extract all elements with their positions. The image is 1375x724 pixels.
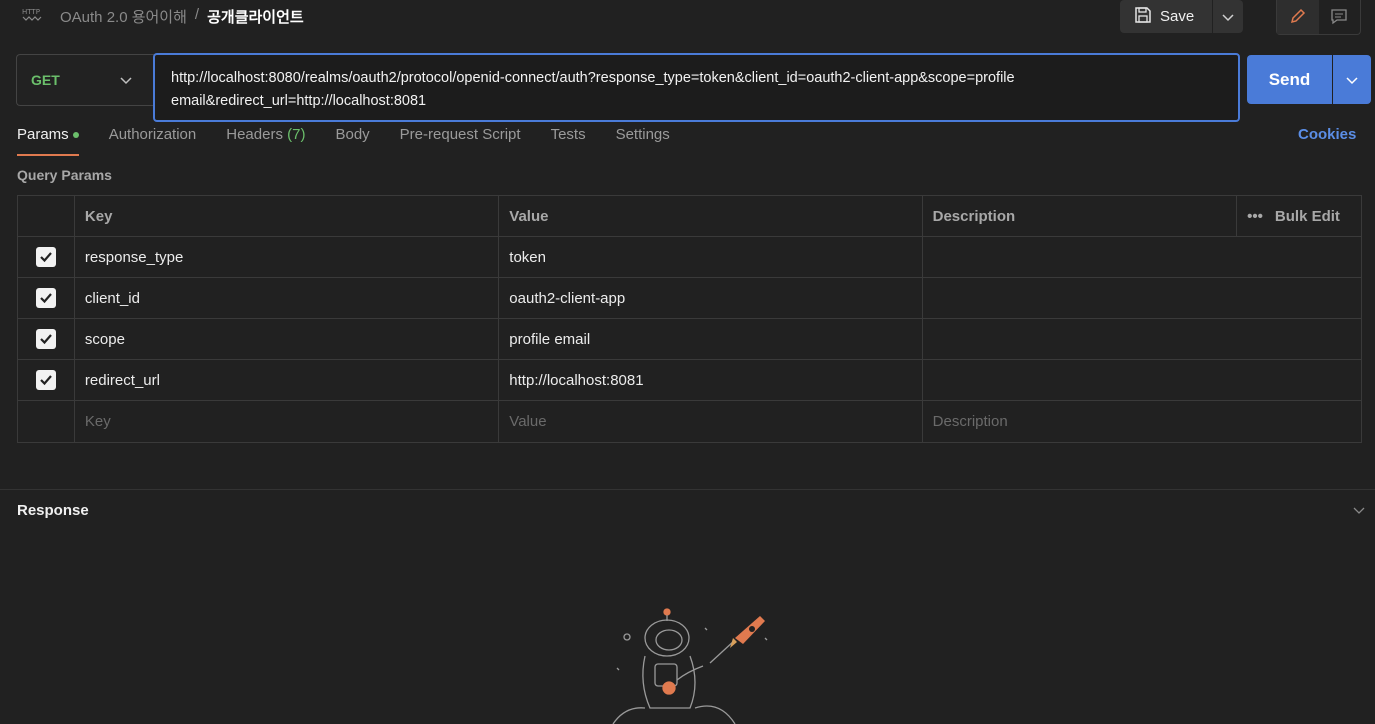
param-description[interactable]: [923, 360, 1361, 400]
row-checkbox[interactable]: [35, 247, 56, 267]
param-value[interactable]: oauth2-client-app: [499, 278, 923, 318]
new-key-input[interactable]: Key: [75, 401, 500, 442]
astronaut-illustration: [605, 608, 775, 724]
request-tabs: Params Authorization Headers (7) Body Pr…: [17, 126, 700, 156]
pencil-icon: [1289, 7, 1307, 28]
bulk-edit-cell: ••• Bulk Edit: [1237, 196, 1361, 236]
response-divider[interactable]: [0, 489, 1375, 490]
table-header-row: Key Value Description ••• Bulk Edit: [18, 196, 1361, 237]
param-key[interactable]: scope: [75, 319, 500, 359]
tab-tests[interactable]: Tests: [551, 126, 586, 156]
url-input[interactable]: http://localhost:8080/realms/oauth2/prot…: [153, 53, 1240, 122]
chevron-down-icon: [1346, 72, 1358, 88]
headers-count: (7): [287, 126, 306, 143]
query-params-title: Query Params: [17, 167, 112, 183]
breadcrumb-collection[interactable]: OAuth 2.0 용어이해: [60, 6, 187, 27]
chevron-down-icon: [1353, 502, 1365, 518]
edit-button[interactable]: [1277, 0, 1319, 34]
breadcrumb-request-name[interactable]: 공개클라이언트: [207, 6, 304, 27]
tab-headers[interactable]: Headers (7): [226, 126, 305, 156]
param-value[interactable]: token: [499, 237, 923, 277]
column-header-value: Value: [499, 196, 923, 236]
tab-body[interactable]: Body: [335, 126, 369, 156]
column-header-key: Key: [75, 196, 500, 236]
tab-pre-request-script[interactable]: Pre-request Script: [400, 126, 521, 156]
chevron-down-icon: [120, 72, 132, 88]
new-value-input[interactable]: Value: [499, 401, 923, 442]
param-description[interactable]: [923, 278, 1361, 318]
send-button[interactable]: Send: [1247, 55, 1332, 104]
row-checkbox[interactable]: [35, 288, 56, 308]
param-key[interactable]: client_id: [75, 278, 500, 318]
tab-params[interactable]: Params: [17, 126, 79, 156]
table-row: client_id oauth2-client-app: [18, 278, 1361, 319]
cookies-link[interactable]: Cookies: [1298, 126, 1356, 143]
table-row: redirect_url http://localhost:8081: [18, 360, 1361, 401]
table-row: response_type token: [18, 237, 1361, 278]
comment-icon: [1330, 7, 1348, 28]
param-value[interactable]: http://localhost:8081: [499, 360, 923, 400]
top-bar: HTTP OAuth 2.0 용어이해 / 공개클라이언트 Save: [0, 0, 1375, 35]
column-header-description: Description: [923, 196, 1238, 236]
query-params-table: Key Value Description ••• Bulk Edit resp…: [17, 195, 1362, 443]
new-description-input[interactable]: Description: [923, 401, 1361, 442]
table-row-empty: Key Value Description: [18, 401, 1361, 442]
breadcrumb-separator: /: [194, 6, 200, 23]
svg-text:HTTP: HTTP: [22, 8, 40, 16]
breadcrumb: OAuth 2.0 용어이해 / 공개클라이언트: [60, 6, 304, 27]
save-options-button[interactable]: [1213, 0, 1243, 33]
header-check-cell: [18, 196, 75, 236]
http-request-icon: HTTP: [22, 6, 44, 24]
param-description[interactable]: [923, 319, 1361, 359]
param-key[interactable]: response_type: [75, 237, 500, 277]
collapse-response-button[interactable]: [1353, 502, 1365, 518]
row-checkbox[interactable]: [35, 329, 56, 349]
method-select[interactable]: GET: [16, 54, 154, 106]
response-title: Response: [17, 502, 89, 519]
row-checkbox[interactable]: [35, 370, 56, 390]
bulk-edit-link[interactable]: Bulk Edit: [1275, 208, 1340, 225]
side-tools: [1276, 0, 1361, 35]
save-label: Save: [1160, 8, 1195, 25]
send-options-button[interactable]: [1333, 55, 1371, 104]
tab-settings[interactable]: Settings: [616, 126, 670, 156]
save-button[interactable]: Save: [1120, 0, 1212, 33]
params-active-dot: [72, 132, 79, 139]
param-key[interactable]: redirect_url: [75, 360, 500, 400]
method-label: GET: [31, 72, 60, 88]
table-row: scope profile email: [18, 319, 1361, 360]
tab-authorization[interactable]: Authorization: [109, 126, 197, 156]
chevron-down-icon: [1222, 9, 1234, 25]
more-options-icon[interactable]: •••: [1247, 208, 1263, 225]
param-description[interactable]: [923, 237, 1361, 277]
save-icon: [1134, 6, 1152, 28]
comments-button[interactable]: [1319, 0, 1361, 34]
param-value[interactable]: profile email: [499, 319, 923, 359]
